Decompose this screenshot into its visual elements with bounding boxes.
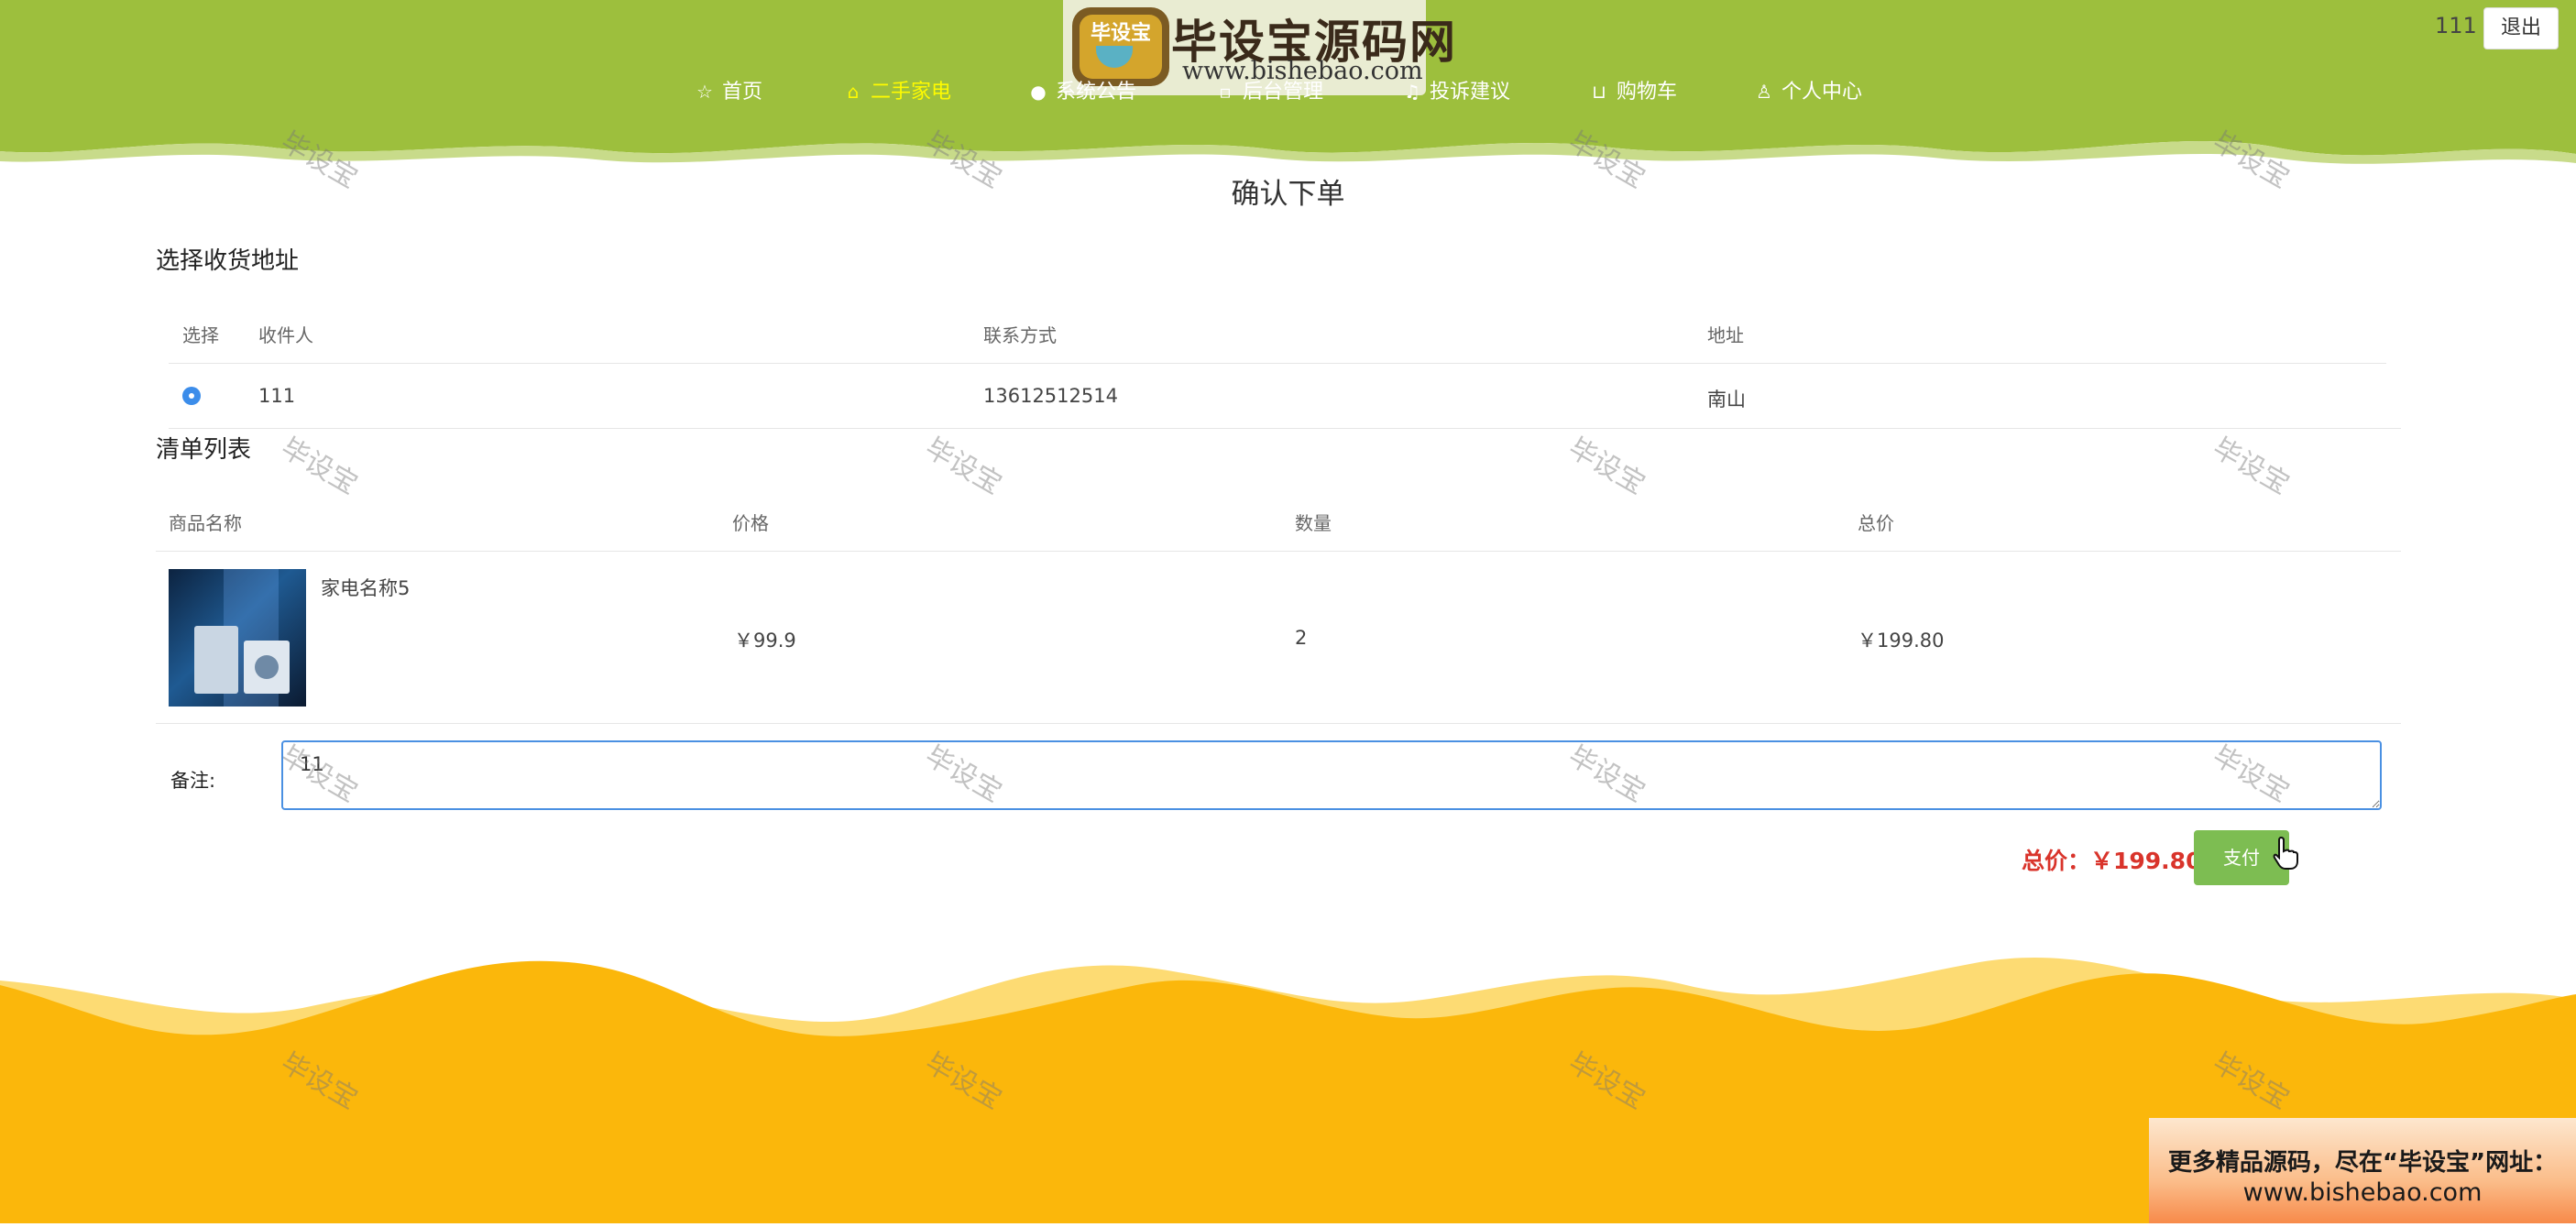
watermark-text: 毕设宝 — [1562, 432, 1650, 501]
cart-icon: ⊔ — [1592, 81, 1606, 103]
header: 毕设宝 毕设宝源码网 www.bishebao.com ☆ 首页 ⌂ 二手家电 ● 系… — [0, 0, 2576, 174]
main-nav: ☆ 首页 ⌂ 二手家电 ● 系统公告 ▫ 后台管理 ♫ 投诉建议 ⊔ 购物车 ♙ 个人中心 — [0, 71, 2576, 112]
promo-banner[interactable]: 更多精品源码，尽在“毕设宝”网址： www.bishebao.com — [2149, 1118, 2576, 1223]
table-divider — [169, 363, 2386, 364]
col-header-phone: 联系方式 — [983, 324, 1057, 346]
table-divider — [169, 428, 2401, 429]
remark-label: 备注: — [170, 770, 216, 792]
nav-item-feedback[interactable]: ♫ 投诉建议 — [1402, 71, 1510, 112]
col-header-quantity: 数量 — [1295, 512, 1332, 534]
promo-url: www.bishebao.com — [2242, 1178, 2483, 1207]
user-icon: ♙ — [1756, 81, 1772, 103]
address-section-title: 选择收货地址 — [156, 247, 300, 275]
nav-label: 投诉建议 — [1430, 81, 1511, 104]
nav-item-admin[interactable]: ▫ 后台管理 — [1215, 71, 1323, 112]
col-header-select: 选择 — [182, 324, 219, 346]
watermark-text: 毕设宝 — [2207, 432, 2295, 501]
star-icon: ☆ — [696, 81, 713, 103]
logout-button[interactable]: 退出 — [2483, 7, 2559, 49]
nav-label: 二手家电 — [871, 81, 952, 104]
col-header-product: 商品名称 — [169, 512, 242, 534]
table-divider — [156, 723, 2401, 724]
col-header-recipient: 收件人 — [258, 324, 313, 346]
page-title: 确认下单 — [1231, 178, 1345, 211]
headset-icon: ♫ — [1404, 81, 1420, 103]
nav-item-announcements[interactable]: ● 系统公告 — [1028, 71, 1136, 112]
info-icon: ● — [1030, 81, 1047, 103]
address-select-radio[interactable] — [182, 387, 201, 405]
nav-item-home[interactable]: ☆ 首页 — [695, 71, 762, 112]
hand-cursor-icon — [2273, 836, 2298, 870]
quantity-cell: 2 — [1295, 627, 1308, 649]
logo-badge-text: 毕设宝 — [1090, 22, 1151, 45]
nav-item-cart[interactable]: ⊔ 购物车 — [1589, 71, 1677, 112]
price-cell: ￥99.9 — [734, 630, 796, 652]
order-total: 总价：￥199.80 — [2022, 848, 2202, 874]
promo-line1: 更多精品源码，尽在“毕设宝”网址： — [2167, 1149, 2558, 1177]
address-cell: 南山 — [1707, 389, 1746, 411]
product-name-cell[interactable]: 家电名称5 — [321, 574, 410, 601]
subtotal-cell: ￥199.80 — [1858, 630, 1945, 652]
col-header-price: 价格 — [732, 512, 769, 534]
nav-item-used-appliances[interactable]: ⌂ 二手家电 — [843, 71, 951, 112]
order-section-title: 清单列表 — [156, 436, 252, 464]
nav-label: 购物车 — [1617, 81, 1678, 104]
watermark-text: 毕设宝 — [275, 432, 363, 501]
product-image[interactable] — [169, 569, 306, 707]
dashboard-icon: ▫ — [1219, 81, 1232, 103]
nav-label: 首页 — [722, 81, 763, 104]
current-user-name: 111 — [2435, 13, 2477, 38]
recipient-cell: 111 — [258, 385, 296, 407]
watermark-text: 毕设宝 — [919, 432, 1007, 501]
nav-item-profile[interactable]: ♙ 个人中心 — [1754, 71, 1862, 112]
phone-cell: 13612512514 — [983, 385, 1118, 407]
remark-textarea[interactable]: 11 — [281, 740, 2382, 810]
nav-label: 后台管理 — [1243, 81, 1324, 104]
nav-label: 个人中心 — [1781, 81, 1863, 104]
table-divider — [156, 551, 2401, 552]
nav-label: 系统公告 — [1056, 81, 1137, 104]
col-header-address: 地址 — [1707, 324, 1744, 346]
shopping-bag-icon: ⌂ — [847, 81, 860, 103]
col-header-subtotal: 总价 — [1858, 512, 1894, 534]
